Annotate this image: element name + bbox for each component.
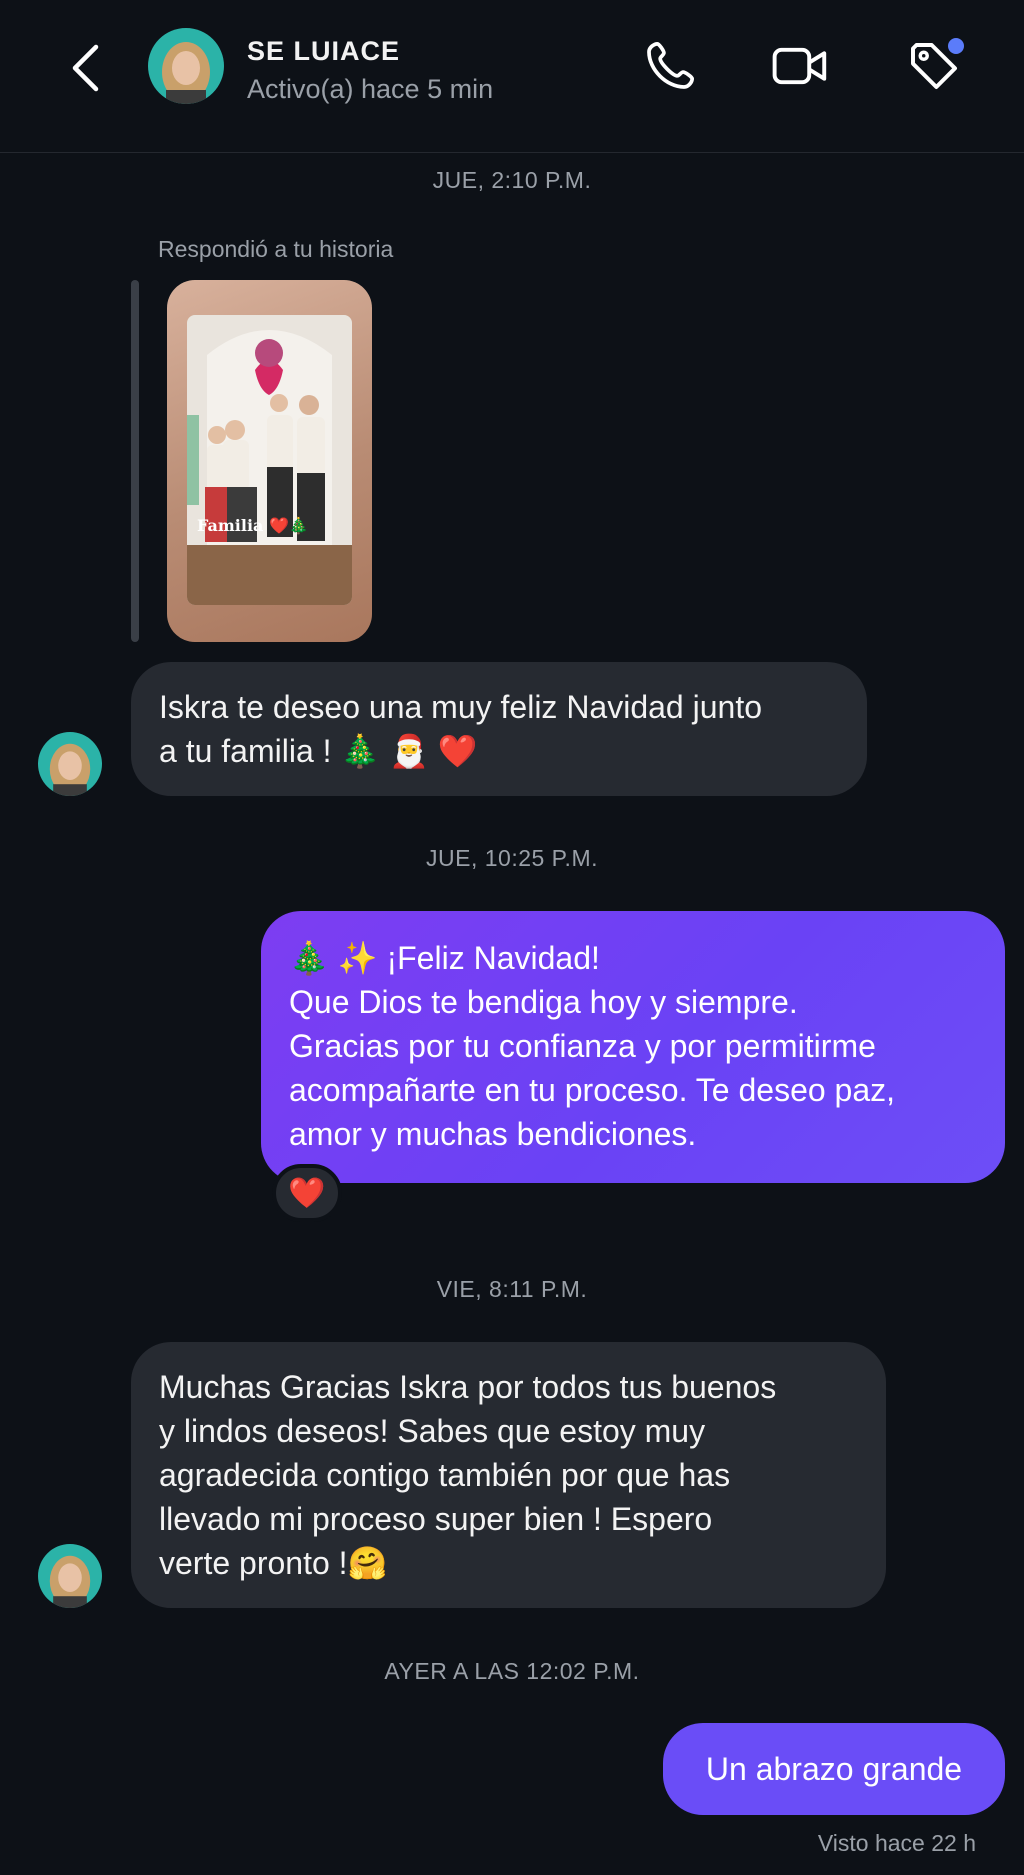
seen-receipt: Visto hace 22 h: [817, 1830, 976, 1856]
reaction-heart[interactable]: ❤️: [272, 1164, 342, 1222]
message-text-line: acompañarte en tu proceso. Te deseo paz,: [289, 1072, 896, 1108]
message-text-line: amor y muchas bendiciones.: [289, 1116, 697, 1152]
timestamp: VIE, 8:11 P.M.: [436, 1276, 588, 1302]
contact-status: Activo(a) hace 5 min: [247, 74, 494, 104]
contact-avatar[interactable]: [148, 28, 224, 104]
video-camera-icon: [772, 47, 827, 85]
message-text-line: Muchas Gracias Iskra por todos tus bueno…: [159, 1369, 777, 1405]
message-text-line: verte pronto !🤗: [159, 1545, 388, 1581]
message-text-line: Iskra te deseo una muy feliz Navidad jun…: [159, 689, 762, 725]
message-text-line: a tu familia ! 🎄 🎅 ❤️: [159, 733, 478, 769]
timestamp: AYER A LAS 12:02 P.M.: [384, 1658, 640, 1684]
message-text-line: agradecida contigo también por que has: [159, 1457, 731, 1493]
message-bubble-outgoing[interactable]: Un abrazo grande: [663, 1723, 1005, 1815]
story-caption: Familia ❤️🎄: [197, 516, 309, 535]
tag-button[interactable]: [902, 34, 966, 98]
message-text-line: 🎄 ✨ ¡Feliz Navidad!: [289, 940, 600, 976]
sender-avatar[interactable]: [38, 732, 102, 796]
notification-dot: [948, 38, 964, 54]
reply-bar: [131, 280, 139, 642]
story-photo: [187, 315, 352, 605]
timestamp: JUE, 2:10 P.M.: [432, 167, 592, 193]
message-text-line: llevado mi proceso super bien ! Espero: [159, 1501, 713, 1537]
message-text-line: y lindos deseos! Sabes que estoy muy: [159, 1413, 706, 1449]
contact-name[interactable]: SE LUIACE: [247, 36, 400, 67]
video-call-button[interactable]: [768, 34, 832, 98]
call-button[interactable]: [638, 34, 702, 98]
story-reply-note: Respondió a tu historia: [158, 236, 394, 262]
message-bubble-incoming[interactable]: Iskra te deseo una muy feliz Navidad jun…: [131, 662, 867, 796]
timestamp: JUE, 10:25 P.M.: [426, 845, 598, 871]
phone-icon: [647, 41, 695, 89]
sender-avatar[interactable]: [38, 1544, 102, 1608]
back-button[interactable]: [62, 40, 108, 96]
message-bubble-incoming[interactable]: Muchas Gracias Iskra por todos tus bueno…: [131, 1342, 886, 1608]
avatar-photo: [148, 28, 224, 104]
message-text-line: Gracias por tu confianza y por permitirm…: [289, 1028, 876, 1064]
message-text-line: Que Dios te bendiga hoy y siempre.: [289, 984, 798, 1020]
message-bubble-outgoing[interactable]: 🎄 ✨ ¡Feliz Navidad! Que Dios te bendiga …: [261, 911, 1005, 1183]
message-text: Un abrazo grande: [705, 1751, 963, 1787]
story-thumbnail[interactable]: Familia ❤️🎄: [167, 280, 372, 642]
chevron-left-icon: [72, 44, 99, 92]
chat-header: SE LUIACE Activo(a) hace 5 min: [0, 0, 1024, 153]
